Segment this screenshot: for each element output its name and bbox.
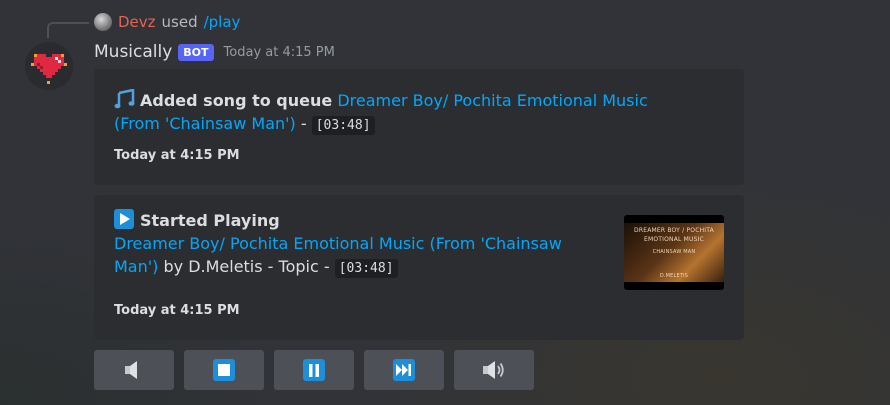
skip-button[interactable] xyxy=(364,350,444,390)
volume-down-button[interactable] xyxy=(94,350,174,390)
next-track-icon xyxy=(393,359,415,381)
thumbnail-text-line2: EMOTIONAL MUSIC xyxy=(643,236,705,243)
thumbnail-text-line3: CHAINSAW MAN xyxy=(652,249,696,255)
song-duration: [03:48] xyxy=(311,116,375,135)
speaker-low-icon xyxy=(125,361,137,379)
reply-used-text: used xyxy=(161,13,198,31)
embed-footer: Today at 4:15 PM xyxy=(114,148,240,163)
message-timestamp: Today at 4:15 PM xyxy=(223,44,335,60)
musical-notes-icon xyxy=(114,89,135,109)
embed-title: Added song to queue xyxy=(140,91,333,110)
thumbnail-text-line1: DREAMER BOY / POCHITA xyxy=(634,227,714,234)
volume-up-button[interactable] xyxy=(454,350,534,390)
by-text: by xyxy=(158,257,189,276)
reply-command[interactable]: /play xyxy=(204,13,241,31)
embed-description: Added song to queue Dreamer Boy/ Pochita… xyxy=(114,89,674,137)
reply-username[interactable]: Devz xyxy=(118,13,156,31)
embed-title: Started Playing xyxy=(140,211,280,230)
thumbnail-text-line4: D.MELETIS xyxy=(659,273,689,279)
message-header: Musically BOT Today at 4:15 PM xyxy=(94,41,335,63)
artist-name: D.Meletis - Topic xyxy=(188,257,319,276)
reply-context[interactable]: Devz used /play xyxy=(94,12,240,32)
speaker-high-icon xyxy=(483,361,504,379)
pause-icon xyxy=(303,359,325,381)
embed-started-playing: Started Playing Dreamer Boy/ Pochita Emo… xyxy=(94,195,744,340)
embed-footer: Today at 4:15 PM xyxy=(114,303,240,318)
bot-username[interactable]: Musically xyxy=(94,42,172,62)
pixel-heart-icon xyxy=(25,42,73,90)
embed-description: Started Playing Dreamer Boy/ Pochita Emo… xyxy=(114,209,609,280)
separator: - xyxy=(295,114,312,133)
play-icon xyxy=(114,209,134,229)
embed-added-to-queue: Added song to queue Dreamer Boy/ Pochita… xyxy=(94,69,744,185)
bot-tag: BOT xyxy=(178,43,214,61)
pause-button[interactable] xyxy=(274,350,354,390)
stop-icon xyxy=(213,359,235,381)
bot-avatar[interactable] xyxy=(25,42,73,90)
song-thumbnail[interactable]: DREAMER BOY / POCHITA EMOTIONAL MUSIC CH… xyxy=(624,215,724,290)
player-controls xyxy=(94,350,534,390)
song-duration: [03:48] xyxy=(334,259,398,278)
separator: - xyxy=(318,257,335,276)
reply-spine xyxy=(47,22,89,38)
reply-avatar[interactable] xyxy=(94,13,112,31)
stop-button[interactable] xyxy=(184,350,264,390)
